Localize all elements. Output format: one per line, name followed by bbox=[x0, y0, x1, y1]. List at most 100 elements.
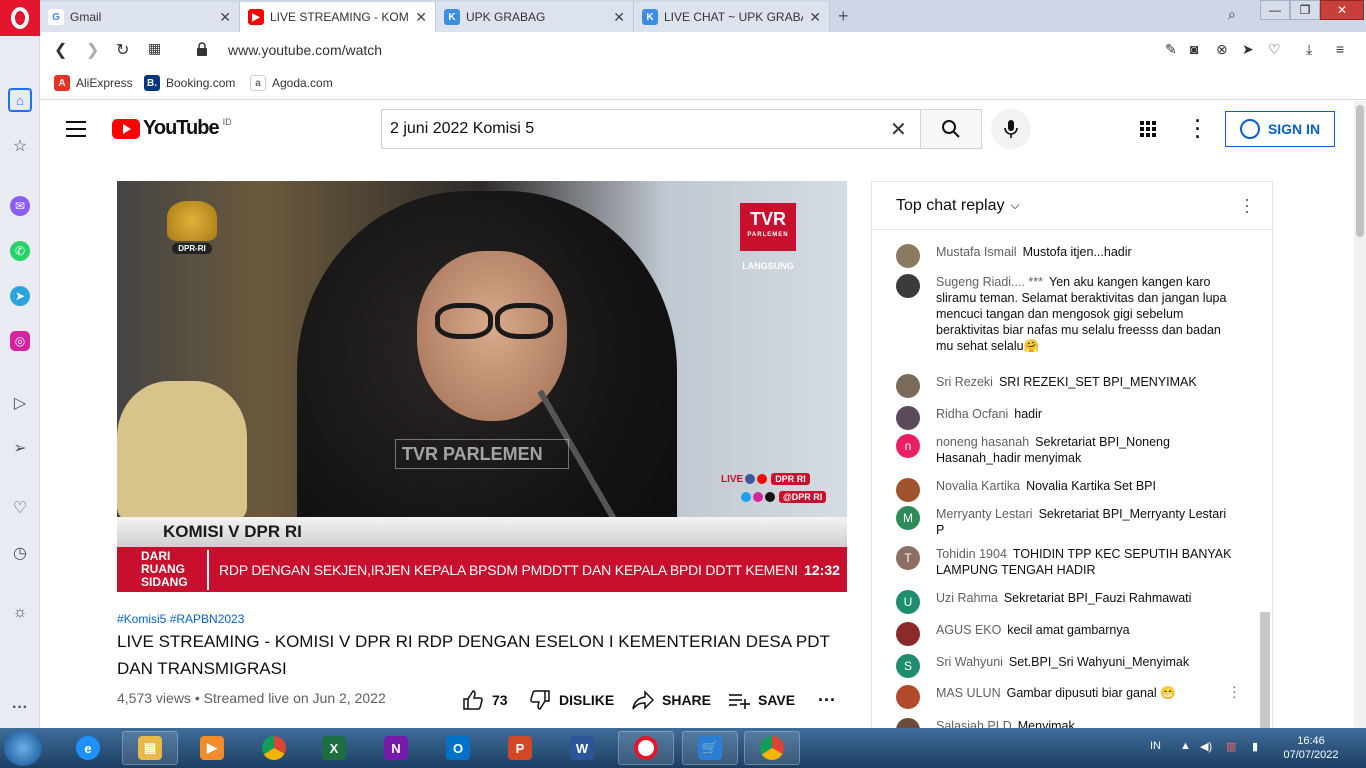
avatar[interactable]: M bbox=[896, 506, 920, 530]
share-button[interactable]: SHARE bbox=[632, 690, 711, 710]
avatar[interactable]: n bbox=[896, 434, 920, 458]
chat-scrollbar[interactable] bbox=[1260, 612, 1270, 730]
sign-in-button[interactable]: SIGN IN bbox=[1225, 111, 1335, 147]
voice-search-button[interactable] bbox=[991, 109, 1031, 149]
network-warning-icon[interactable]: ▥ bbox=[1226, 740, 1236, 753]
taskbar-explorer[interactable]: ▤ bbox=[122, 731, 178, 765]
chat-more-icon[interactable]: · · · bbox=[1244, 190, 1250, 220]
chat-author[interactable]: Mustafa Ismail bbox=[936, 245, 1017, 259]
apps-grid-icon[interactable] bbox=[1140, 121, 1156, 137]
start-button[interactable] bbox=[4, 730, 42, 766]
block-icon[interactable]: ⊗ bbox=[1216, 41, 1228, 58]
close-icon[interactable]: ✕ bbox=[415, 9, 427, 26]
taskbar-chrome-search[interactable] bbox=[744, 731, 800, 765]
taskbar-word[interactable]: W bbox=[554, 731, 610, 765]
menu-icon[interactable]: ≡ bbox=[1336, 41, 1344, 57]
hamburger-menu-icon[interactable] bbox=[66, 121, 86, 137]
chat-author[interactable]: noneng hasanah bbox=[936, 435, 1029, 449]
chat-author[interactable]: Sri Wahyuni bbox=[936, 655, 1003, 669]
url-field[interactable]: www.youtube.com/watch bbox=[228, 42, 382, 58]
taskbar-opera[interactable] bbox=[618, 731, 674, 765]
clear-search-icon[interactable]: ✕ bbox=[890, 117, 907, 142]
close-icon[interactable]: ✕ bbox=[809, 9, 821, 26]
chat-author[interactable]: Tohidin 1904 bbox=[936, 547, 1007, 561]
chat-author[interactable]: Novalia Kartika bbox=[936, 479, 1020, 493]
dislike-button[interactable]: DISLIKE bbox=[529, 690, 614, 710]
reload-icon[interactable]: ↻ bbox=[116, 40, 129, 60]
send-icon[interactable]: ➢ bbox=[8, 436, 32, 460]
more-icon[interactable]: ··· bbox=[8, 696, 32, 720]
avatar[interactable]: S bbox=[896, 654, 920, 678]
taskbar-store[interactable]: 🛒 bbox=[682, 731, 738, 765]
maximize-button[interactable]: ❐ bbox=[1290, 0, 1320, 20]
taskbar-chrome[interactable] bbox=[246, 731, 302, 765]
download-icon[interactable]: ⤓ bbox=[1306, 41, 1312, 58]
opera-logo[interactable] bbox=[0, 0, 40, 36]
avatar[interactable] bbox=[896, 406, 920, 430]
chat-author[interactable]: Merryanty Lestari bbox=[936, 507, 1033, 521]
instagram-icon[interactable]: ◎ bbox=[10, 331, 30, 351]
tab-live-chat[interactable]: K LIVE CHAT ~ UPK GRABAG ✕ bbox=[634, 2, 830, 32]
avatar[interactable] bbox=[896, 274, 920, 298]
telegram-icon[interactable]: ➤ bbox=[10, 286, 30, 306]
like-button[interactable]: 73 bbox=[462, 690, 508, 710]
scrollbar-thumb[interactable] bbox=[1356, 105, 1364, 237]
taskbar-outlook[interactable]: O bbox=[430, 731, 486, 765]
heart-icon[interactable]: ♡ bbox=[8, 496, 32, 520]
language-indicator[interactable]: IN bbox=[1150, 740, 1161, 752]
bookmark-booking[interactable]: B. Booking.com bbox=[144, 75, 235, 91]
video-hashtags[interactable]: #Komisi5 #RAPBN2023 bbox=[117, 612, 244, 626]
avatar[interactable] bbox=[896, 374, 920, 398]
chat-author[interactable]: MAS ULUN bbox=[936, 686, 1001, 700]
avatar[interactable]: U bbox=[896, 590, 920, 614]
taskbar-powerpoint[interactable]: P bbox=[492, 731, 548, 765]
search-tabs-icon[interactable]: ⌕ bbox=[1228, 6, 1236, 23]
taskbar-excel[interactable]: X bbox=[306, 731, 362, 765]
message-more-icon[interactable]: · · · bbox=[1232, 679, 1237, 703]
tab-upk-grabag[interactable]: K UPK GRABAG ✕ bbox=[436, 2, 634, 32]
chat-author[interactable]: Sri Rezeki bbox=[936, 375, 993, 389]
save-button[interactable]: SAVE bbox=[728, 690, 795, 710]
tab-gmail[interactable]: G Gmail ✕ bbox=[40, 2, 240, 32]
system-clock[interactable]: 16:46 07/07/2022 bbox=[1280, 734, 1342, 762]
player-icon[interactable]: ▷ bbox=[8, 391, 32, 415]
forward-icon[interactable]: ❯ bbox=[86, 40, 99, 60]
history-icon[interactable]: ◷ bbox=[8, 541, 32, 565]
flow-icon[interactable]: ➤ bbox=[1242, 41, 1254, 58]
search-button[interactable] bbox=[920, 109, 982, 149]
bookmark-agoda[interactable]: a Agoda.com bbox=[250, 75, 333, 91]
star-icon[interactable]: ☆ bbox=[8, 134, 32, 158]
whatsapp-icon[interactable]: ✆ bbox=[10, 241, 30, 261]
avatar[interactable] bbox=[896, 478, 920, 502]
close-icon[interactable]: ✕ bbox=[219, 9, 231, 26]
avatar[interactable] bbox=[896, 244, 920, 268]
new-tab-plus-icon[interactable]: + bbox=[838, 6, 849, 27]
edit-icon[interactable]: ✎ bbox=[1165, 41, 1177, 58]
taskbar-ie[interactable]: e bbox=[60, 731, 116, 765]
avatar[interactable] bbox=[896, 685, 920, 709]
taskbar-media[interactable]: ▶ bbox=[184, 731, 240, 765]
search-input[interactable] bbox=[381, 109, 921, 149]
chat-author[interactable]: Sugeng Riadi.... *** bbox=[936, 275, 1043, 289]
messenger-icon[interactable]: ✉ bbox=[10, 196, 30, 216]
taskbar-onenote[interactable]: N bbox=[368, 731, 424, 765]
battery-icon[interactable]: ▮ bbox=[1252, 740, 1258, 753]
tab-live-streaming[interactable]: ▶ LIVE STREAMING - KOMISI ✕ bbox=[240, 2, 436, 32]
settings-more-icon[interactable]: · · · bbox=[1195, 112, 1201, 146]
chat-author[interactable]: AGUS EKO bbox=[936, 623, 1001, 637]
youtube-logo[interactable]: YouTube ID bbox=[112, 117, 232, 140]
camera-icon[interactable]: ◙ bbox=[1190, 41, 1198, 57]
home-icon[interactable]: ⌂ bbox=[8, 88, 32, 112]
minimize-button[interactable]: — bbox=[1260, 0, 1290, 20]
more-actions-icon[interactable]: ··· bbox=[818, 690, 836, 711]
video-player[interactable]: DPR-RI TVR PARLEMEN LANGSUNG TVR PARLEME… bbox=[117, 181, 847, 592]
avatar[interactable]: T bbox=[896, 546, 920, 570]
close-icon[interactable]: ✕ bbox=[613, 9, 625, 26]
chat-header[interactable]: Top chat replay ⌵ · · · bbox=[872, 182, 1272, 230]
volume-icon[interactable]: ◀) bbox=[1200, 740, 1212, 753]
bookmark-aliexpress[interactable]: A AliExpress bbox=[54, 75, 133, 91]
chat-author[interactable]: Ridha Ocfani bbox=[936, 407, 1008, 421]
avatar[interactable] bbox=[896, 622, 920, 646]
page-scrollbar[interactable] bbox=[1354, 101, 1366, 728]
tray-expand-icon[interactable]: ▲ bbox=[1180, 740, 1191, 752]
